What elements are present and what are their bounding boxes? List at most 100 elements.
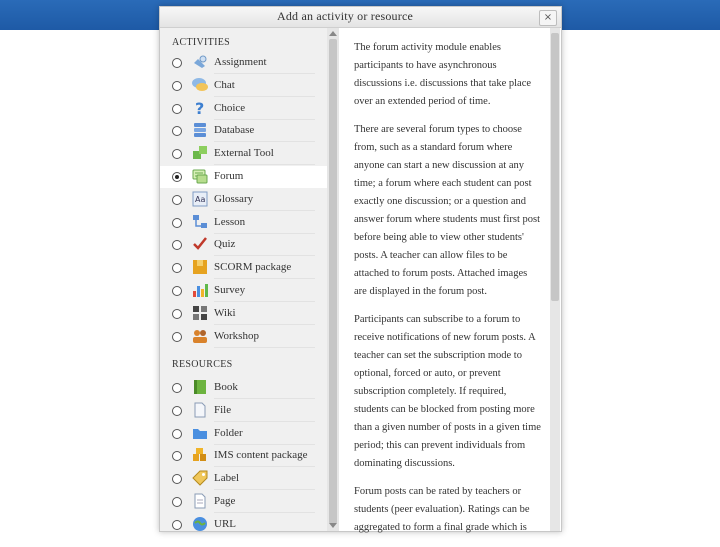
dialog-title: Add an activity or resource	[276, 9, 414, 23]
option-label: Chat	[214, 78, 235, 91]
option-folder[interactable]: Folder	[160, 423, 327, 445]
chat-icon	[191, 76, 209, 94]
option-label: File	[214, 403, 232, 416]
option-glossary[interactable]: Aa Glossary	[160, 189, 327, 211]
add-activity-dialog: Add an activity or resource × ACTIVITIES…	[159, 6, 562, 533]
option-assignment[interactable]: Assignment	[160, 52, 327, 74]
option-separator	[214, 346, 315, 348]
svg-text:?: ?	[195, 99, 204, 117]
close-icon: ×	[543, 12, 553, 23]
option-radio[interactable]	[172, 126, 182, 137]
option-file[interactable]: File	[160, 400, 327, 422]
option-label: Label	[214, 472, 240, 485]
description-paragraph: Participants can subscribe to a forum to…	[354, 314, 541, 469]
option-label: URL	[214, 517, 236, 530]
option-radio[interactable]	[172, 172, 182, 182]
survey-icon	[191, 281, 209, 299]
option-url[interactable]: URL	[160, 514, 327, 531]
option-quiz[interactable]: Quiz	[160, 234, 327, 257]
option-radio[interactable]	[172, 194, 182, 205]
option-label: Page	[214, 495, 236, 507]
option-wiki[interactable]: Wiki	[160, 303, 327, 325]
module-description: The forum activity module enables partic…	[354, 39, 542, 547]
option-choice[interactable]: ? Choice	[160, 98, 327, 120]
option-radio[interactable]	[172, 405, 182, 416]
option-label: Wiki	[214, 306, 236, 319]
description-paragraph: There are several forum types to choose …	[354, 124, 541, 297]
option-radio[interactable]	[172, 240, 182, 251]
page-icon	[191, 492, 209, 510]
description-paragraph: Forum posts can be rated by teachers or …	[354, 486, 530, 533]
option-radio[interactable]	[172, 308, 182, 319]
workshop-icon	[191, 327, 209, 345]
lesson-icon	[191, 213, 209, 231]
option-book[interactable]: Book	[160, 377, 327, 399]
option-label: Assignment	[214, 56, 267, 68]
options-panel: ACTIVITIES Assignment Chat? Choice Database…	[160, 28, 327, 531]
svg-text:Aa: Aa	[195, 195, 205, 204]
option-radio[interactable]	[172, 58, 182, 68]
description-scrollbar[interactable]	[550, 28, 560, 531]
option-radio[interactable]	[172, 497, 182, 507]
folder-icon	[191, 424, 209, 442]
file-icon	[191, 401, 209, 419]
option-label: Lesson	[214, 215, 246, 228]
description-paragraph: The forum activity module enables partic…	[354, 42, 532, 107]
option-radio[interactable]	[172, 80, 182, 91]
option-label[interactable]: Label	[160, 468, 327, 491]
label-icon	[191, 469, 209, 487]
resources-heading: RESOURCES	[172, 359, 233, 370]
activities-heading: ACTIVITIES	[172, 37, 230, 48]
option-radio[interactable]	[172, 428, 182, 439]
option-label: Folder	[214, 426, 243, 439]
option-radio[interactable]	[172, 263, 182, 274]
description-scrollbar-thumb[interactable]	[551, 33, 559, 301]
book-icon	[191, 378, 209, 396]
option-label: Forum	[214, 170, 244, 182]
option-survey[interactable]: Survey	[160, 280, 327, 302]
assignment-icon	[191, 53, 209, 71]
quiz-icon	[191, 235, 209, 253]
options-scrollbar[interactable]	[327, 28, 339, 531]
option-label: IMS content package	[214, 449, 308, 462]
option-label: Choice	[214, 101, 246, 114]
ims-package-icon	[191, 446, 209, 464]
option-radio[interactable]	[172, 217, 182, 228]
option-radio[interactable]	[172, 331, 182, 342]
option-workshop[interactable]: Workshop	[160, 326, 327, 348]
url-icon	[191, 515, 209, 531]
option-radio[interactable]	[172, 286, 182, 296]
option-lesson[interactable]: Lesson	[160, 212, 327, 234]
option-ims-content-package[interactable]: IMS content package	[160, 445, 327, 468]
option-label: Survey	[214, 284, 246, 296]
option-label: Workshop	[214, 329, 259, 342]
option-radio[interactable]	[172, 149, 182, 160]
option-label: Book	[214, 381, 238, 393]
close-button[interactable]: ×	[539, 10, 557, 26]
scroll-up-arrow-icon[interactable]	[329, 31, 337, 36]
option-radio[interactable]	[172, 103, 182, 114]
option-page[interactable]: Page	[160, 491, 327, 513]
option-chat[interactable]: Chat	[160, 75, 327, 97]
glossary-icon: Aa	[191, 190, 209, 208]
option-external-tool[interactable]: External Tool	[160, 143, 327, 166]
dialog-header: Add an activity or resource ×	[160, 7, 561, 28]
option-label: External Tool	[214, 147, 274, 160]
option-label: Database	[214, 124, 255, 137]
wiki-icon	[191, 304, 209, 322]
option-forum[interactable]: Forum	[160, 166, 327, 188]
option-radio[interactable]	[172, 383, 182, 393]
option-radio[interactable]	[172, 451, 182, 462]
option-label: Glossary	[214, 192, 254, 205]
choice-icon: ?	[191, 99, 209, 118]
option-radio[interactable]	[172, 474, 182, 485]
external-tool-icon	[191, 144, 209, 162]
forum-icon	[191, 167, 209, 185]
options-scrollbar-thumb[interactable]	[329, 39, 337, 524]
option-scorm-package[interactable]: SCORM package	[160, 257, 327, 280]
scroll-down-arrow-icon[interactable]	[329, 523, 337, 528]
option-database[interactable]: Database	[160, 120, 327, 143]
option-label: SCORM package	[214, 261, 292, 274]
option-radio[interactable]	[172, 519, 182, 530]
database-icon	[191, 121, 209, 139]
